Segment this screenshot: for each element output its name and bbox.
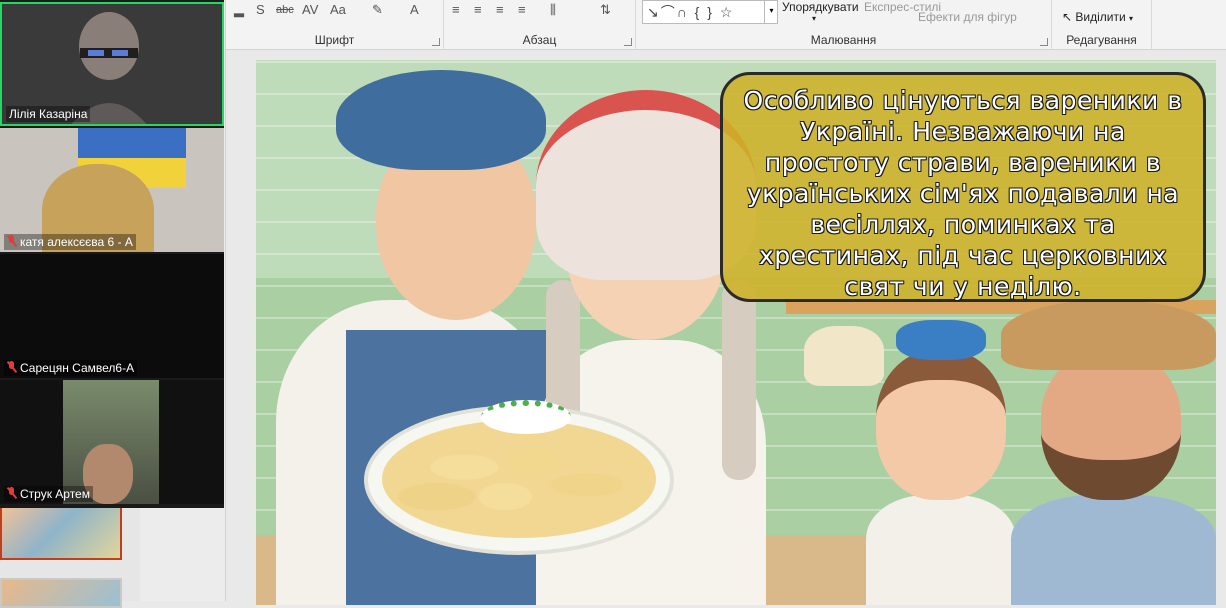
slide-canvas[interactable]: Особливо цінуються вареники в Україні. Н… xyxy=(256,60,1216,605)
participant-tile[interactable]: Струк Артем xyxy=(0,380,224,504)
paragraph-dialog-launcher-icon[interactable] xyxy=(624,38,632,46)
drawing-group: ↘⌒∩ { } ☆ ▾ Упорядкувати ▾ Експрес-стилі… xyxy=(636,0,1052,50)
drawing-group-label: Малювання xyxy=(810,33,877,47)
select-button[interactable]: ↖ Виділити ▾ xyxy=(1062,10,1133,24)
slide-thumbnail-next[interactable] xyxy=(0,578,122,608)
font-dialog-launcher-icon[interactable] xyxy=(432,38,440,46)
video-participants-panel: Лілія Казаріна катя алексєєва 6 - А Саре… xyxy=(0,0,224,508)
participant-name: Сарецян Самвел6-А xyxy=(4,360,138,376)
participant-name: Струк Артем xyxy=(4,486,93,502)
change-case-button[interactable]: Aa xyxy=(330,2,346,18)
shapes-gallery-scroll-icon[interactable]: ▾ xyxy=(764,0,778,24)
paragraph-group: ≡ ≡ ≡ ≡ ⫼ ⇅ Абзац xyxy=(444,0,636,50)
shapes-gallery[interactable]: ↘⌒∩ { } ☆ xyxy=(642,0,778,24)
columns-icon[interactable]: ⫼ xyxy=(550,2,556,18)
font-group: ▂ S abc AV Aa ✎ A Шрифт xyxy=(226,0,444,50)
participant-name: катя алексєєва 6 - А xyxy=(4,234,136,250)
align-right-icon[interactable]: ≡ xyxy=(496,2,504,18)
speech-bubble[interactable]: Особливо цінуються вареники в Україні. Н… xyxy=(720,72,1206,302)
participant-tile[interactable]: Сарецян Самвел6-А xyxy=(0,254,224,378)
character-spacing-button[interactable]: AV xyxy=(302,2,318,18)
mic-muted-icon xyxy=(7,487,17,499)
justify-icon[interactable]: ≡ xyxy=(518,2,526,18)
mic-muted-icon xyxy=(7,361,17,373)
participant-name: Лілія Казаріна xyxy=(6,106,91,122)
font-color-button[interactable]: A xyxy=(410,2,419,18)
varenyky-illustration xyxy=(382,420,656,538)
cursor-icon: ↖ xyxy=(1062,10,1073,24)
mic-muted-icon xyxy=(7,235,17,247)
align-center-icon[interactable]: ≡ xyxy=(474,2,482,18)
man-illustration xyxy=(1001,300,1216,605)
text-shadow-button[interactable]: S xyxy=(256,2,265,18)
shape-effects-button[interactable]: Ефекти для фігур xyxy=(918,10,1017,24)
bold-ghost-button[interactable]: ▂ xyxy=(234,2,244,18)
align-left-icon[interactable]: ≡ xyxy=(452,2,460,18)
participant-tile[interactable]: катя алексєєва 6 - А xyxy=(0,128,224,252)
highlight-icon[interactable]: ✎ xyxy=(372,2,383,18)
text-direction-icon[interactable]: ⇅ xyxy=(600,2,611,18)
speech-bubble-text: Особливо цінуються вареники в Україні. Н… xyxy=(743,86,1183,301)
paragraph-group-label: Абзац xyxy=(522,33,557,47)
editing-group-label: Редагування xyxy=(1066,33,1137,47)
ribbon: ▂ S abc AV Aa ✎ A Шрифт ≡ ≡ ≡ ≡ ⫼ ⇅ Абза… xyxy=(226,0,1226,50)
sour-cream-garnish xyxy=(481,400,571,434)
participant-tile[interactable]: Лілія Казаріна xyxy=(0,2,224,126)
slide-thumbnail-current[interactable] xyxy=(0,506,122,560)
child-illustration xyxy=(856,320,1016,605)
drawing-dialog-launcher-icon[interactable] xyxy=(1040,38,1048,46)
font-group-label: Шрифт xyxy=(314,33,355,47)
select-button-label: Виділити xyxy=(1075,10,1126,24)
select-dropdown-icon: ▾ xyxy=(1129,14,1134,23)
strikethrough-button[interactable]: abc xyxy=(276,2,294,18)
arrange-dropdown-icon[interactable]: ▾ xyxy=(812,14,816,23)
editing-group: ↖ Виділити ▾ Редагування xyxy=(1052,0,1152,50)
arrange-button[interactable]: Упорядкувати xyxy=(782,0,859,14)
